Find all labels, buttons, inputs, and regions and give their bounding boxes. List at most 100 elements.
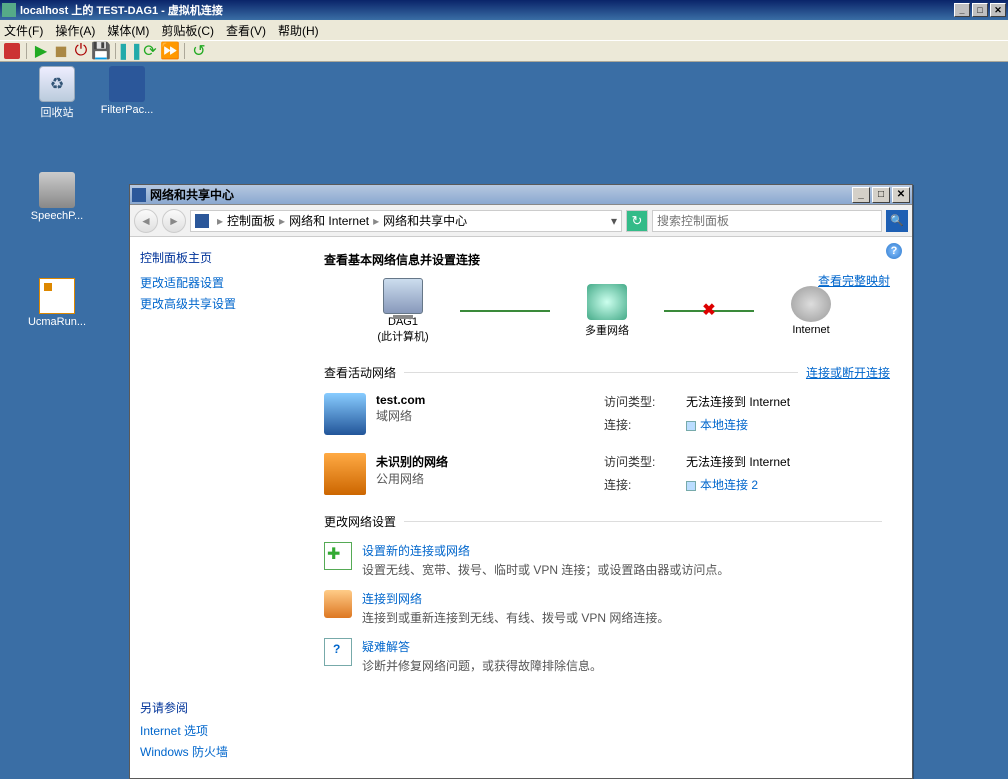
address-bar[interactable]: ▸ 控制面板 ▸ 网络和 Internet ▸ 网络和共享中心 ▾ bbox=[190, 210, 622, 232]
map-node-this-pc[interactable]: DAG1 (此计算机) bbox=[358, 278, 448, 344]
see-also-internet-options[interactable]: Internet 选项 bbox=[140, 722, 228, 739]
map-link-ok bbox=[460, 310, 550, 312]
page-heading: 查看基本网络信息并设置连接 bbox=[324, 251, 890, 268]
plus-icon bbox=[324, 542, 352, 570]
desktop-icon-filterpac[interactable]: FilterPac... bbox=[92, 66, 162, 116]
breadcrumb[interactable]: 控制面板 bbox=[227, 212, 275, 229]
connection-link[interactable]: 本地连接 2 bbox=[700, 478, 758, 492]
pc-icon bbox=[383, 278, 423, 314]
see-also-firewall[interactable]: Windows 防火墙 bbox=[140, 743, 228, 760]
vm-menu-media[interactable]: 媒体(M) bbox=[107, 22, 149, 39]
save-icon[interactable]: 💾 bbox=[93, 43, 109, 59]
checkpoint-icon[interactable]: ⏩ bbox=[162, 43, 178, 59]
sidebar-heading: 控制面板主页 bbox=[140, 249, 300, 266]
connect-icon bbox=[324, 590, 352, 618]
search-button[interactable]: 🔍 bbox=[886, 210, 908, 232]
diagnose-icon bbox=[324, 638, 352, 666]
chevron-down-icon[interactable]: ▾ bbox=[611, 214, 617, 228]
sidebar-link-adapter[interactable]: 更改适配器设置 bbox=[140, 274, 300, 291]
refresh-button[interactable]: ↻ bbox=[626, 210, 648, 232]
vm-icon bbox=[2, 3, 16, 17]
map-node-internet[interactable]: Internet bbox=[766, 286, 856, 336]
search-box[interactable] bbox=[652, 210, 882, 232]
vm-menu-help[interactable]: 帮助(H) bbox=[278, 22, 319, 39]
map-node-sublabel: (此计算机) bbox=[358, 328, 448, 344]
reset-icon[interactable]: ⟳ bbox=[142, 43, 158, 59]
network-name: 未识别的网络 bbox=[376, 453, 448, 470]
connection-link[interactable]: 本地连接 bbox=[700, 418, 748, 432]
ucma-icon bbox=[39, 278, 75, 314]
breadcrumb[interactable]: 网络和 Internet bbox=[289, 212, 369, 229]
divider bbox=[404, 372, 798, 373]
server-icon bbox=[324, 393, 366, 435]
shutdown-icon[interactable]: ◼ bbox=[53, 43, 69, 59]
stop-icon[interactable]: ⏻ bbox=[73, 43, 89, 59]
active-networks-heading: 查看活动网络 bbox=[324, 364, 396, 381]
help-icon[interactable]: ? bbox=[886, 243, 902, 259]
connect-disconnect-link[interactable]: 连接或断开连接 bbox=[806, 364, 890, 381]
vm-titlebar: localhost 上的 TEST-DAG1 - 虚拟机连接 _ □ ✕ bbox=[0, 0, 1008, 20]
vm-menu-view[interactable]: 查看(V) bbox=[226, 22, 266, 39]
back-button[interactable]: ◄ bbox=[134, 209, 158, 233]
explorer-maximize-button[interactable]: □ bbox=[872, 187, 890, 203]
content-pane: ? 查看基本网络信息并设置连接 查看完整映射 DAG1 (此计算机) 多重网络 bbox=[310, 237, 912, 778]
explorer-window: 网络和共享中心 _ □ ✕ ◄ ► ▸ 控制面板 ▸ 网络和 Internet … bbox=[129, 184, 913, 779]
breadcrumb[interactable]: 网络和共享中心 bbox=[383, 212, 467, 229]
pause-icon[interactable]: ❚❚ bbox=[122, 43, 138, 59]
desktop-icon-recycle[interactable]: 回收站 bbox=[22, 66, 92, 120]
vm-minimize-button[interactable]: _ bbox=[954, 3, 970, 17]
access-label: 访问类型: bbox=[604, 453, 674, 472]
change-item-title: 设置新的连接或网络 bbox=[362, 542, 729, 559]
sidebar-link-sharing[interactable]: 更改高级共享设置 bbox=[140, 295, 300, 312]
network-icon bbox=[587, 284, 627, 320]
change-item-troubleshoot[interactable]: 疑难解答 诊断并修复网络问题，或获得故障排除信息。 bbox=[324, 638, 890, 674]
revert-icon[interactable]: ↺ bbox=[191, 43, 207, 59]
access-label: 访问类型: bbox=[604, 393, 674, 412]
network-block-public: 未识别的网络 公用网络 访问类型: 无法连接到 Internet 连接: 本地连… bbox=[324, 453, 890, 495]
internet-icon bbox=[791, 286, 831, 322]
vm-maximize-button[interactable]: □ bbox=[972, 3, 988, 17]
vm-menubar: 文件(F) 操作(A) 媒体(M) 剪贴板(C) 查看(V) 帮助(H) bbox=[0, 20, 1008, 40]
explorer-titlebar: 网络和共享中心 _ □ ✕ bbox=[130, 185, 912, 205]
full-map-link[interactable]: 查看完整映射 bbox=[818, 272, 890, 289]
vm-menu-action[interactable]: 操作(A) bbox=[55, 22, 95, 39]
recycle-bin-icon bbox=[39, 66, 75, 102]
ctrlaltdel-icon[interactable] bbox=[4, 43, 20, 59]
explorer-title: 网络和共享中心 bbox=[150, 186, 234, 203]
see-also-heading: 另请参阅 bbox=[140, 699, 228, 716]
start-icon[interactable]: ▶ bbox=[33, 43, 49, 59]
desktop-icon-label: UcmaRun... bbox=[22, 316, 92, 328]
vm-menu-clipboard[interactable]: 剪贴板(C) bbox=[161, 22, 214, 39]
desktop-icon-label: 回收站 bbox=[22, 104, 92, 120]
nic-icon bbox=[686, 481, 696, 491]
network-map: 查看完整映射 DAG1 (此计算机) 多重网络 Internet bbox=[324, 278, 890, 344]
explorer-minimize-button[interactable]: _ bbox=[852, 187, 870, 203]
speech-icon bbox=[39, 172, 75, 208]
filter-icon bbox=[109, 66, 145, 102]
nic-icon bbox=[686, 421, 696, 431]
network-name: test.com bbox=[376, 393, 425, 407]
vm-close-button[interactable]: ✕ bbox=[990, 3, 1006, 17]
explorer-close-button[interactable]: ✕ bbox=[892, 187, 910, 203]
divider bbox=[404, 521, 882, 522]
vm-menu-file[interactable]: 文件(F) bbox=[4, 22, 43, 39]
bench-icon bbox=[324, 453, 366, 495]
change-item-desc: 连接到或重新连接到无线、有线、拨号或 VPN 网络连接。 bbox=[362, 609, 669, 626]
desktop-icon-label: FilterPac... bbox=[92, 104, 162, 116]
access-value: 无法连接到 Internet bbox=[686, 453, 790, 472]
change-item-connect[interactable]: 连接到网络 连接到或重新连接到无线、有线、拨号或 VPN 网络连接。 bbox=[324, 590, 890, 626]
search-input[interactable] bbox=[657, 214, 877, 228]
desktop-icon-label: SpeechP... bbox=[22, 210, 92, 222]
map-node-multi-network[interactable]: 多重网络 bbox=[562, 284, 652, 338]
forward-button[interactable]: ► bbox=[162, 209, 186, 233]
change-item-new-connection[interactable]: 设置新的连接或网络 设置无线、宽带、拨号、临时或 VPN 连接；或设置路由器或访… bbox=[324, 542, 890, 578]
desktop-icon-speech[interactable]: SpeechP... bbox=[22, 172, 92, 222]
change-settings-heading: 更改网络设置 bbox=[324, 513, 396, 530]
change-item-desc: 诊断并修复网络问题，或获得故障排除信息。 bbox=[362, 657, 602, 674]
explorer-navbar: ◄ ► ▸ 控制面板 ▸ 网络和 Internet ▸ 网络和共享中心 ▾ ↻ … bbox=[130, 205, 912, 237]
desktop-icon-ucma[interactable]: UcmaRun... bbox=[22, 278, 92, 328]
connection-label: 连接: bbox=[604, 416, 674, 435]
connection-label: 连接: bbox=[604, 476, 674, 495]
vm-toolbar: ▶ ◼ ⏻ 💾 ❚❚ ⟳ ⏩ ↺ bbox=[0, 40, 1008, 62]
change-item-title: 疑难解答 bbox=[362, 638, 602, 655]
